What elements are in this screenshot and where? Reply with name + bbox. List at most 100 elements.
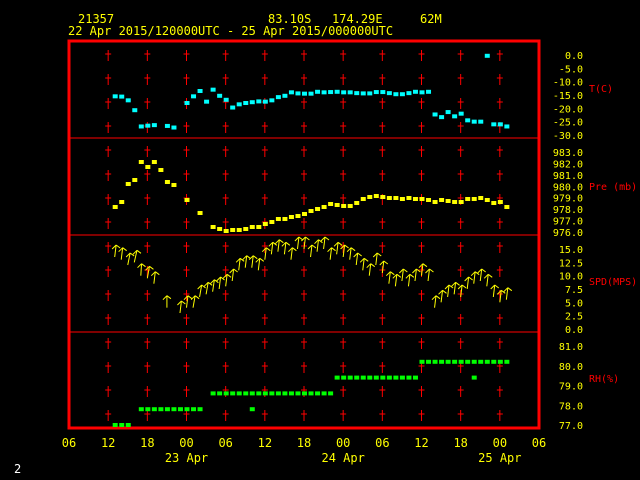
rh-point [471,375,477,380]
pressure-point [471,197,477,201]
temp-point [315,89,321,94]
wind-arrow [392,273,402,287]
wind-arrow [261,247,271,260]
wind-arrow [255,257,265,271]
temp-point [302,91,307,96]
temp-point [308,91,314,96]
pressure-point [321,205,327,209]
temp-point [269,98,275,103]
rh-point [177,407,183,412]
temp-point [184,101,190,105]
temp-point [471,119,477,124]
rh-point [439,359,445,364]
wind-arrow-head [396,273,402,278]
rh-point [478,359,484,364]
pressure-point [458,200,464,204]
pressure-point [197,211,203,215]
wind-arrow-head [389,271,395,276]
pressure-point [145,165,151,169]
pressure-point [478,196,484,200]
temp-point [217,93,223,98]
temp-point [373,90,379,95]
x-tick-label: 12 [258,436,272,450]
temp-point [452,114,458,119]
temp-point [112,94,118,99]
x-tick-label: 06 [375,436,389,450]
y-tick-label: 12.5 [559,258,583,269]
pressure-point [419,197,425,201]
wind-arrow-head [442,289,447,294]
wind-arrow [197,284,206,298]
wind-arrow-head [181,300,186,305]
rh-point [308,391,314,396]
rh-point [145,407,151,412]
rh-point [171,407,177,412]
temp-point [151,123,157,128]
rh-point [334,375,340,380]
x-tick-label: 12 [414,436,428,450]
pressure-point [315,207,321,211]
series-label-temp: T(C) [589,84,613,95]
rh-point [302,391,307,396]
rh-point [125,423,131,427]
temp-point [386,91,392,96]
pressure-point [406,196,412,200]
wind-arrow [314,239,323,252]
x-date-label: 25 Apr [478,451,521,465]
rh-point [158,407,164,412]
rh-point [191,407,197,412]
wind-arrow-head [409,273,415,278]
wind-arrow-head [279,239,284,244]
wind-arrow-head [461,284,467,289]
y-tick-label: 81.0 [559,342,583,353]
wind-arrow-head [363,257,369,262]
rh-point [295,391,301,396]
y-tick-label: -5.0 [559,64,583,75]
temp-point [164,123,170,128]
rh-point [197,407,203,412]
x-tick-label: 06 [532,436,546,450]
wind-arrow [183,295,193,308]
wind-arrow [190,295,200,308]
pressure-point [132,178,138,182]
wind-arrow [229,268,238,282]
wind-arrow [483,273,493,287]
temp-point [504,124,510,129]
wind-arrow-head [292,247,297,252]
temp-point [393,92,399,97]
rh-point [230,391,236,396]
pressure-point [138,160,144,164]
pressure-point [452,200,458,204]
wind-arrow [490,284,500,298]
wind-arrow-head [429,268,434,273]
wind-arrow [235,257,245,271]
temp-point [119,94,125,99]
rh-point [138,407,144,412]
pressure-point [164,180,170,184]
pressure-point [308,209,314,213]
pressure-point [249,225,255,229]
pressure-point [328,202,334,206]
temp-point [484,53,490,58]
y-tick-label: 978.0 [553,205,583,216]
wind-arrow-head [141,263,146,268]
temp-point [439,115,445,120]
wind-arrow [281,241,291,255]
wind-arrow-head [226,273,232,278]
y-tick-label: 78.0 [559,401,583,412]
rh-point [419,359,425,364]
temp-point [236,102,242,107]
rh-point [275,391,281,396]
x-date-label: 24 Apr [321,451,364,465]
wind-arrow-head [337,241,343,246]
wind-arrow-head [122,247,127,252]
wind-arrow-head [285,241,291,246]
y-tick-label: 0.0 [565,325,583,336]
wind-arrow [307,244,317,258]
x-tick-label: 18 [140,436,154,450]
temp-point [465,118,471,123]
pressure-point [230,228,236,232]
temp-point [288,90,294,95]
wind-arrow [425,268,434,282]
pressure-point [432,200,438,204]
